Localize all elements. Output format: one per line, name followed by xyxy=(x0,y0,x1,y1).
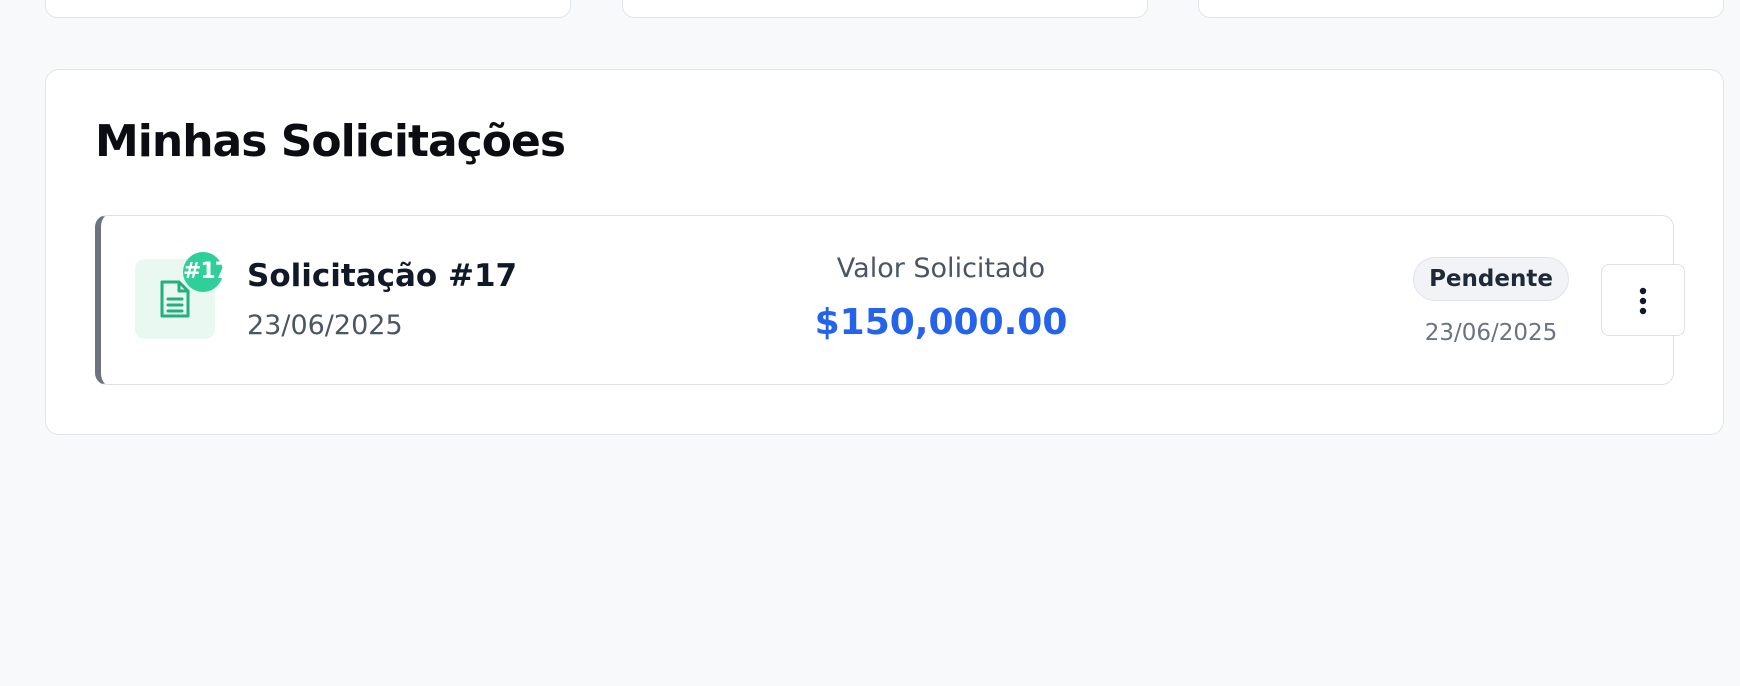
more-options-button[interactable] xyxy=(1601,264,1685,336)
request-row[interactable]: #17 Solicitação #17 23/06/2025 Valor Sol… xyxy=(95,215,1685,385)
amount-label: Valor Solicitado xyxy=(836,253,1046,284)
more-vertical-icon xyxy=(1639,287,1647,315)
request-number-badge: #17 xyxy=(183,252,230,292)
status-date: 23/06/2025 xyxy=(1424,320,1558,346)
requests-panel: Minhas Solicitações #17 Solicitação #17 … xyxy=(45,69,1724,435)
summary-card xyxy=(622,0,1148,18)
amount-value: $150,000.00 xyxy=(814,302,1068,343)
request-date: 23/06/2025 xyxy=(247,310,403,341)
summary-card xyxy=(1198,0,1724,18)
section-title: Minhas Solicitações xyxy=(95,116,566,167)
page: Minhas Solicitações #17 Solicitação #17 … xyxy=(0,0,1740,686)
request-title: Solicitação #17 xyxy=(247,258,518,294)
document-icon xyxy=(160,280,190,318)
summary-card xyxy=(45,0,571,18)
status-badge: Pendente xyxy=(1413,257,1569,301)
